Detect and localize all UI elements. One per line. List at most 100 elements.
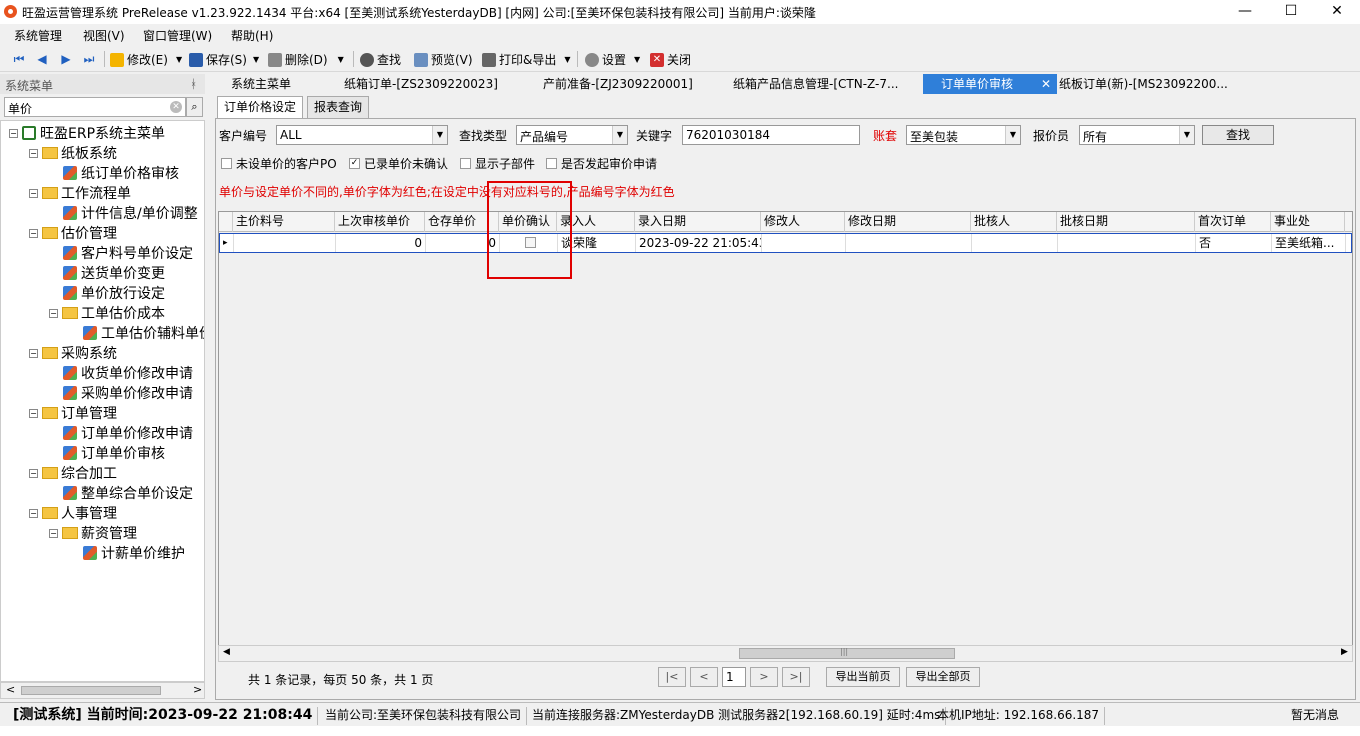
first-record-icon[interactable]: ⏮ — [12, 52, 26, 66]
minimize-button[interactable]: — — [1222, 0, 1268, 24]
next-record-icon[interactable]: ▶ — [59, 52, 73, 66]
tree-node[interactable]: − 估价管理 — [29, 223, 117, 243]
grid-hscrollbar[interactable]: ◀ ||| ▶ — [218, 645, 1353, 662]
cell-first-order[interactable]: 否 — [1196, 234, 1272, 252]
scroll-thumb[interactable] — [21, 686, 161, 695]
col-header[interactable]: 上次审核单价 — [335, 212, 425, 232]
save-button[interactable]: 保存(S) ▼ — [189, 51, 259, 68]
chevron-down-icon[interactable]: ▼ — [1179, 126, 1194, 144]
cell-last-price[interactable]: 0 — [336, 234, 426, 252]
collapse-icon[interactable]: − — [9, 128, 18, 138]
tree-leaf[interactable]: 订单单价修改申请 — [63, 423, 193, 443]
close-button[interactable]: ✕ 关闭 — [650, 51, 691, 68]
tree-node[interactable]: − 综合加工 — [29, 463, 117, 483]
col-header[interactable]: 首次订单 — [1195, 212, 1271, 232]
cell-division[interactable]: 至美纸箱... — [1272, 234, 1346, 252]
col-header[interactable]: 事业处 — [1271, 212, 1345, 232]
collapse-icon[interactable]: − — [49, 528, 58, 538]
account-select[interactable]: 至美包装 ▼ — [906, 125, 1021, 145]
tree-node[interactable]: − 工单估价成本 — [49, 303, 165, 323]
chevron-down-icon[interactable]: ▼ — [432, 126, 447, 144]
pin-icon[interactable]: ᚼ — [190, 77, 197, 91]
print-export-button[interactable]: 打印&导出 ▼ — [482, 51, 571, 68]
scroll-left-icon[interactable]: < — [6, 683, 15, 696]
tree-root[interactable]: − 旺盈ERP系统主菜单 — [9, 123, 165, 143]
checkbox-checked[interactable]: ✓ — [349, 158, 360, 169]
scroll-left-icon[interactable]: ◀ — [223, 647, 230, 657]
tree-leaf[interactable]: 工单估价辅料单价 — [83, 323, 204, 343]
tree-leaf[interactable]: 纸订单价格审核 — [63, 163, 179, 183]
search-icon[interactable]: ⌕ — [186, 97, 203, 117]
tree-leaf[interactable]: 订单单价审核 — [63, 443, 165, 463]
tree-node[interactable]: − 纸板系统 — [29, 143, 117, 163]
settings-button[interactable]: 设置 ▼ — [585, 51, 640, 68]
search-clear-icon[interactable]: ✕ — [170, 101, 182, 113]
tree-node[interactable]: − 订单管理 — [29, 403, 117, 423]
first-page-button[interactable]: |< — [658, 667, 686, 687]
customer-select[interactable]: ALL ▼ — [276, 125, 448, 145]
delete-button[interactable]: 删除(D) ▼ — [268, 51, 344, 68]
col-header[interactable]: 主价料号 — [233, 212, 335, 232]
preview-button[interactable]: 预览(V) — [414, 51, 473, 68]
keyword-input[interactable]: 76201030184 — [682, 125, 860, 145]
tab-product-info[interactable]: 纸箱产品信息管理-[CTN-Z-7... — [727, 74, 904, 94]
tree-node[interactable]: − 薪资管理 — [49, 523, 137, 543]
prev-page-button[interactable]: < — [690, 667, 718, 687]
cell-entered-date[interactable]: 2023-09-22 21:05:43 — [636, 234, 762, 252]
last-record-icon[interactable]: ⏭ — [82, 52, 96, 66]
tree-leaf[interactable]: 计薪单价维护 — [83, 543, 185, 563]
tab-preproduction[interactable]: 产前准备-[ZJ2309220001] — [537, 74, 699, 94]
tree-leaf[interactable]: 单价放行设定 — [63, 283, 165, 303]
menu-system[interactable]: 系统管理 — [14, 27, 62, 44]
table-row[interactable]: ▸ 0 0 谈荣隆 2023-09-22 21:05:43 否 至美纸箱... — [219, 233, 1352, 253]
tree-leaf[interactable]: 客户料号单价设定 — [63, 243, 193, 263]
edit-button[interactable]: 修改(E) ▼ — [110, 51, 182, 68]
collapse-icon[interactable]: − — [29, 188, 38, 198]
tree-node[interactable]: − 工作流程单 — [29, 183, 131, 203]
checkbox[interactable] — [460, 158, 471, 169]
status-messages[interactable]: 暂无消息 — [1286, 707, 1344, 725]
tab-order-price-review[interactable]: 订单单价审核 ✕ — [923, 74, 1057, 94]
tree-leaf[interactable]: 采购单价修改申请 — [63, 383, 193, 403]
tree-leaf[interactable]: 计件信息/单价调整 — [63, 203, 198, 223]
cell-approver[interactable] — [972, 234, 1058, 252]
sidebar-hscrollbar[interactable]: < > — [0, 682, 205, 699]
scroll-thumb[interactable]: ||| — [739, 647, 955, 659]
tab-close-icon[interactable]: ✕ — [1041, 74, 1051, 94]
tab-board-order[interactable]: 纸板订单(新)-[MS23092200... — [1053, 74, 1234, 94]
cell-approval-date[interactable] — [1058, 234, 1196, 252]
cell-part-no[interactable] — [234, 234, 336, 252]
last-page-button[interactable]: >| — [782, 667, 810, 687]
collapse-icon[interactable]: − — [29, 408, 38, 418]
col-header[interactable]: 修改人 — [761, 212, 845, 232]
checkbox[interactable] — [221, 158, 232, 169]
collapse-icon[interactable]: − — [29, 468, 38, 478]
collapse-icon[interactable]: − — [29, 148, 38, 158]
chevron-down-icon[interactable]: ▼ — [612, 126, 627, 144]
collapse-icon[interactable]: − — [49, 308, 58, 318]
scroll-right-icon[interactable]: ▶ — [1341, 647, 1348, 657]
checkbox[interactable] — [546, 158, 557, 169]
tree-leaf[interactable]: 收货单价修改申请 — [63, 363, 193, 383]
search-type-select[interactable]: 产品编号 ▼ — [516, 125, 628, 145]
tab-carton-order[interactable]: 纸箱订单-[ZS2309220023] — [338, 74, 504, 94]
close-window-button[interactable]: ✕ — [1314, 0, 1360, 24]
export-all-button[interactable]: 导出全部页 — [906, 667, 980, 687]
collapse-icon[interactable]: − — [29, 508, 38, 518]
col-header[interactable]: 录入日期 — [635, 212, 761, 232]
check-show-subparts[interactable]: 显示子部件 — [460, 155, 535, 172]
next-page-button[interactable]: > — [750, 667, 778, 687]
search-button[interactable]: 查找 — [1202, 125, 1274, 145]
scroll-right-icon[interactable]: > — [193, 683, 202, 696]
col-header[interactable]: 批核日期 — [1057, 212, 1195, 232]
prev-record-icon[interactable]: ◀ — [35, 52, 49, 66]
tree-leaf[interactable]: 送货单价变更 — [63, 263, 165, 283]
cell-modified-by[interactable] — [762, 234, 846, 252]
menu-search-input[interactable]: 单价 — [4, 97, 186, 117]
tree-leaf[interactable]: 整单综合单价设定 — [63, 483, 193, 503]
col-header[interactable]: 修改日期 — [845, 212, 971, 232]
collapse-icon[interactable]: − — [29, 228, 38, 238]
page-input[interactable]: 1 — [722, 667, 746, 687]
check-price-request[interactable]: 是否发起审价申请 — [546, 155, 657, 172]
tab-main-menu[interactable]: 系统主菜单 — [225, 74, 297, 94]
